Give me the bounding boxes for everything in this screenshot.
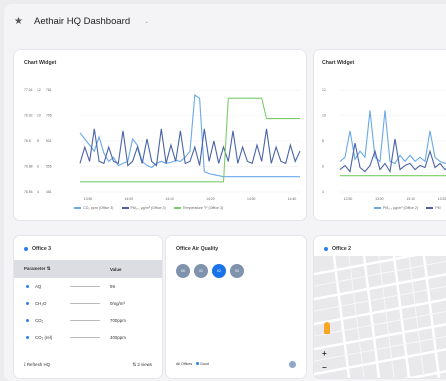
x-tick-label: 12:50 xyxy=(344,197,353,201)
office-3-header: Office 3 xyxy=(24,246,51,252)
sort-icon[interactable]: ⇅ xyxy=(47,266,51,271)
office-filter-button[interactable]: 06 xyxy=(176,264,190,278)
table-row[interactable]: CH₂O 0mg/m³ xyxy=(14,295,162,312)
y-tick-label: 4 xyxy=(37,190,39,194)
y-tick-label: 10 xyxy=(322,114,326,118)
y-tick-label: 556 xyxy=(46,165,52,169)
parameter-table: Parameter ⇅ Value AQ 99 CH₂O 0mg/m³ CO₂ 700pp… xyxy=(14,260,162,346)
y-tick-label: 706 xyxy=(46,114,52,118)
zoom-in-icon[interactable]: + xyxy=(322,349,327,358)
y-tick-label: 76.68 xyxy=(24,165,33,169)
x-tick-label: 13:00 xyxy=(375,197,384,201)
air-quality-card: Office Air Quality 06 01 02 03 All Offices … xyxy=(166,236,306,378)
office-2-title: Office 2 xyxy=(332,246,352,252)
y-tick-label: 481 xyxy=(46,190,52,194)
office-2-card: Office 2 + − xyxy=(314,236,446,378)
status-dot xyxy=(324,246,328,251)
status-indicator-icon[interactable] xyxy=(289,361,296,368)
office-filter-button[interactable]: 01 xyxy=(194,264,208,278)
y-tick-label: 10 xyxy=(37,114,41,118)
col-parameter[interactable]: Parameter ⇅ xyxy=(14,266,110,272)
x-tick-label: 14:30 xyxy=(247,197,256,201)
table-row[interactable]: AQ 99 xyxy=(14,278,162,295)
office-3-card: Office 3 Parameter ⇅ Value AQ 99 CH₂O 0mg/m… xyxy=(14,236,162,378)
map-zoom-controls: + − xyxy=(322,349,327,372)
y-tick-label: 631 xyxy=(46,139,52,143)
table-row[interactable]: CO₂ (rel) 400ppm xyxy=(14,329,162,346)
dashboard-title: Aethair HQ Dashboard xyxy=(34,15,131,27)
refresh-link[interactable]: ⟟ Refresh HQ xyxy=(24,362,50,368)
y-tick-label: 6 xyxy=(37,165,39,169)
legend-item[interactable]: PM₂.₅ µg/m³ (Office 2) xyxy=(374,206,418,210)
street-view-pegman-icon[interactable] xyxy=(324,322,330,334)
chart-1-plot: 77.04 12 781 76.92 10 706 76.8 8 631 76.68 6 556 76.… xyxy=(24,88,301,201)
chart-2-plot: 12 10 8 6 4 12:50 13:00 13:10 13:20 xyxy=(322,88,446,201)
table-header: Parameter ⇅ Value xyxy=(14,260,162,278)
legend-good: Good xyxy=(196,362,209,366)
legend-item[interactable]: CO₂ ppm (Office 3) xyxy=(74,206,114,210)
views-count: ⇅ 2 views xyxy=(132,362,152,367)
chart-1-legend: CO₂ ppm (Office 3) PM₂.₅ µg/m³ (Office 3)… xyxy=(74,206,223,210)
air-quality-buttons: 06 01 02 03 xyxy=(176,264,244,278)
col-value[interactable]: Value xyxy=(110,267,121,272)
dashboard-frame: ★ Aethair HQ Dashboard ⌄ Chart Widget 77… xyxy=(4,4,446,381)
y-tick-label: 76.8 xyxy=(24,139,31,143)
y-tick-label: 4 xyxy=(322,190,324,194)
y-tick-label: 76.56 xyxy=(24,190,33,194)
y-tick-label: 12 xyxy=(322,88,326,92)
table-row[interactable]: CO₂ 700ppm xyxy=(14,312,162,329)
y-tick-label: 8 xyxy=(37,139,39,143)
office-3-footer: ⟟ Refresh HQ ⇅ 2 views xyxy=(24,362,152,368)
zoom-out-icon[interactable]: − xyxy=(322,363,327,372)
x-tick-label: 14:10 xyxy=(165,197,174,201)
top-bar: ★ Aethair HQ Dashboard ⌄ xyxy=(4,4,446,38)
y-tick-label: 12 xyxy=(37,88,41,92)
x-tick-label: 13:50 xyxy=(84,197,93,201)
chart-2-legend: PM₂.₅ µg/m³ (Office 2) PM xyxy=(374,206,441,210)
chevron-down-icon[interactable]: ⌄ xyxy=(144,18,149,25)
legend-item[interactable]: Temperature °F (Office 3) xyxy=(173,206,223,210)
x-tick-label: 13:20 xyxy=(438,197,446,201)
x-tick-label: 14:00 xyxy=(125,197,134,201)
chart-widget-2: Chart Widget 12 10 8 6 4 12:50 13:00 13:10 13:20… xyxy=(314,50,446,220)
y-tick-label: 781 xyxy=(46,88,52,92)
office-filter-button[interactable]: 03 xyxy=(230,264,244,278)
x-tick-label: 14:40 xyxy=(288,197,297,201)
series-line xyxy=(80,97,300,183)
office-filter-button[interactable]: 02 xyxy=(212,264,226,278)
x-tick-label: 13:10 xyxy=(406,197,415,201)
status-dot xyxy=(24,246,28,251)
legend-all-offices: All Offices xyxy=(176,362,193,366)
office-3-title: Office 3 xyxy=(32,246,52,252)
legend-item[interactable]: PM₂.₅ µg/m³ (Office 3) xyxy=(121,206,166,210)
y-tick-label: 6 xyxy=(322,165,324,169)
star-icon[interactable]: ★ xyxy=(14,16,28,27)
y-tick-label: 76.92 xyxy=(24,114,33,118)
legend-item[interactable]: PM xyxy=(426,206,441,210)
y-tick-label: 77.04 xyxy=(24,88,33,92)
y-tick-label: 8 xyxy=(322,139,324,143)
x-tick-label: 14:20 xyxy=(206,197,215,201)
chart-widget-1: Chart Widget 77.04 12 781 76.92 10 706 76.8 8 63… xyxy=(14,50,306,220)
map-view[interactable]: + − xyxy=(314,256,446,378)
air-quality-title: Office Air Quality xyxy=(176,246,219,252)
sort-icon: ⇅ xyxy=(132,362,137,367)
map-streets xyxy=(314,256,446,378)
air-quality-legend: All Offices Good xyxy=(176,362,209,366)
wifi-icon: ⟟ xyxy=(24,362,26,367)
office-2-header: Office 2 xyxy=(324,246,351,252)
